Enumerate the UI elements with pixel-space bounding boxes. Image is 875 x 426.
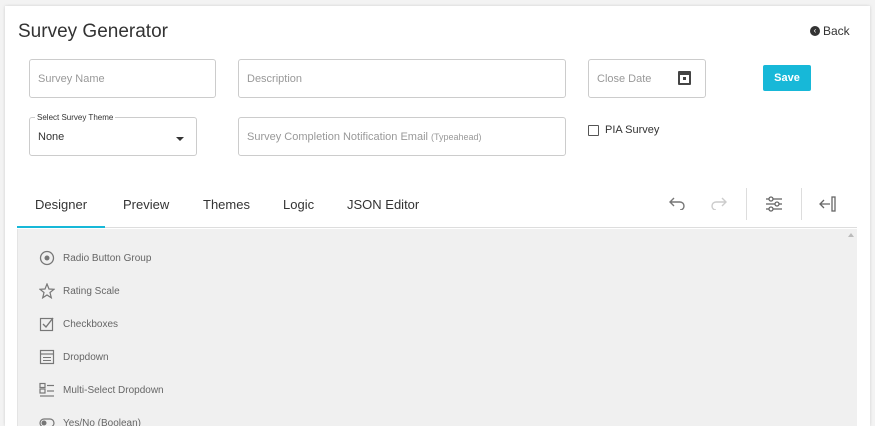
toolbar-divider bbox=[746, 188, 747, 220]
toolbox-item-radio-group[interactable]: Radio Button Group bbox=[39, 250, 151, 266]
theme-select-value: None bbox=[38, 131, 64, 143]
checkbox-icon bbox=[39, 316, 55, 332]
description-field[interactable]: Description bbox=[238, 59, 566, 98]
back-button[interactable]: ‹ Back bbox=[810, 24, 850, 38]
calendar-icon[interactable] bbox=[678, 71, 691, 85]
tab-designer[interactable]: Designer bbox=[17, 184, 105, 228]
chevron-down-icon bbox=[176, 137, 184, 141]
toolbox-item-multiselect-dropdown[interactable]: Multi-Select Dropdown bbox=[39, 382, 164, 398]
toolbox-item-checkboxes[interactable]: Checkboxes bbox=[39, 316, 118, 332]
close-date-field[interactable]: Close Date bbox=[588, 59, 706, 98]
notification-email-field[interactable]: Survey Completion Notification Email (Ty… bbox=[238, 117, 566, 156]
toolbox-item-boolean[interactable]: Yes/No (Boolean) bbox=[39, 415, 141, 426]
scroll-up-arrow[interactable] bbox=[848, 233, 854, 237]
tab-json-editor[interactable]: JSON Editor bbox=[329, 184, 437, 228]
radio-group-icon bbox=[39, 250, 55, 266]
toolbox-item-label: Dropdown bbox=[63, 352, 109, 363]
theme-select-label: Select Survey Theme bbox=[35, 113, 115, 122]
back-label: Back bbox=[823, 24, 850, 38]
survey-name-field[interactable]: Survey Name bbox=[29, 59, 216, 98]
notification-email-hint: (Typeahead) bbox=[431, 132, 482, 142]
toolbox-item-label: Radio Button Group bbox=[63, 253, 151, 264]
survey-theme-select[interactable]: Select Survey Theme None bbox=[29, 117, 197, 156]
back-arrow-icon: ‹ bbox=[810, 26, 820, 36]
undo-icon[interactable] bbox=[667, 196, 687, 216]
multiselect-icon bbox=[39, 382, 55, 398]
dropdown-icon bbox=[39, 349, 55, 365]
survey-name-placeholder: Survey Name bbox=[38, 73, 105, 85]
close-date-placeholder: Close Date bbox=[597, 73, 651, 85]
toolbox-item-label: Multi-Select Dropdown bbox=[63, 385, 164, 396]
star-icon bbox=[39, 283, 55, 299]
redo-icon[interactable] bbox=[709, 196, 729, 216]
pia-survey-checkbox[interactable] bbox=[588, 125, 599, 136]
tab-preview[interactable]: Preview bbox=[105, 184, 187, 228]
toolbox-panel: Radio Button Group Rating Scale Checkbox… bbox=[17, 229, 857, 426]
tab-logic[interactable]: Logic bbox=[265, 184, 332, 228]
page-title: Survey Generator bbox=[18, 21, 168, 43]
toolbox-item-label: Checkboxes bbox=[63, 319, 118, 330]
description-placeholder: Description bbox=[247, 73, 302, 85]
tab-themes[interactable]: Themes bbox=[185, 184, 268, 228]
save-button[interactable]: Save bbox=[763, 65, 811, 91]
pia-survey-label: PIA Survey bbox=[605, 124, 659, 136]
collapse-panel-icon[interactable] bbox=[818, 196, 838, 216]
toolbar-divider bbox=[801, 188, 802, 220]
notification-email-placeholder: Survey Completion Notification Email bbox=[247, 131, 428, 143]
toolbox-item-dropdown[interactable]: Dropdown bbox=[39, 349, 109, 365]
designer-tabs: Designer Preview Themes Logic JSON Edito… bbox=[17, 184, 857, 228]
toolbox-item-label: Rating Scale bbox=[63, 286, 120, 297]
settings-sliders-icon[interactable] bbox=[764, 196, 784, 216]
survey-generator-card: Survey Generator ‹ Back Survey Name Desc… bbox=[5, 6, 870, 426]
toolbox-item-rating-scale[interactable]: Rating Scale bbox=[39, 283, 120, 299]
pia-survey-toggle[interactable]: PIA Survey bbox=[588, 124, 659, 136]
boolean-icon bbox=[39, 415, 55, 426]
